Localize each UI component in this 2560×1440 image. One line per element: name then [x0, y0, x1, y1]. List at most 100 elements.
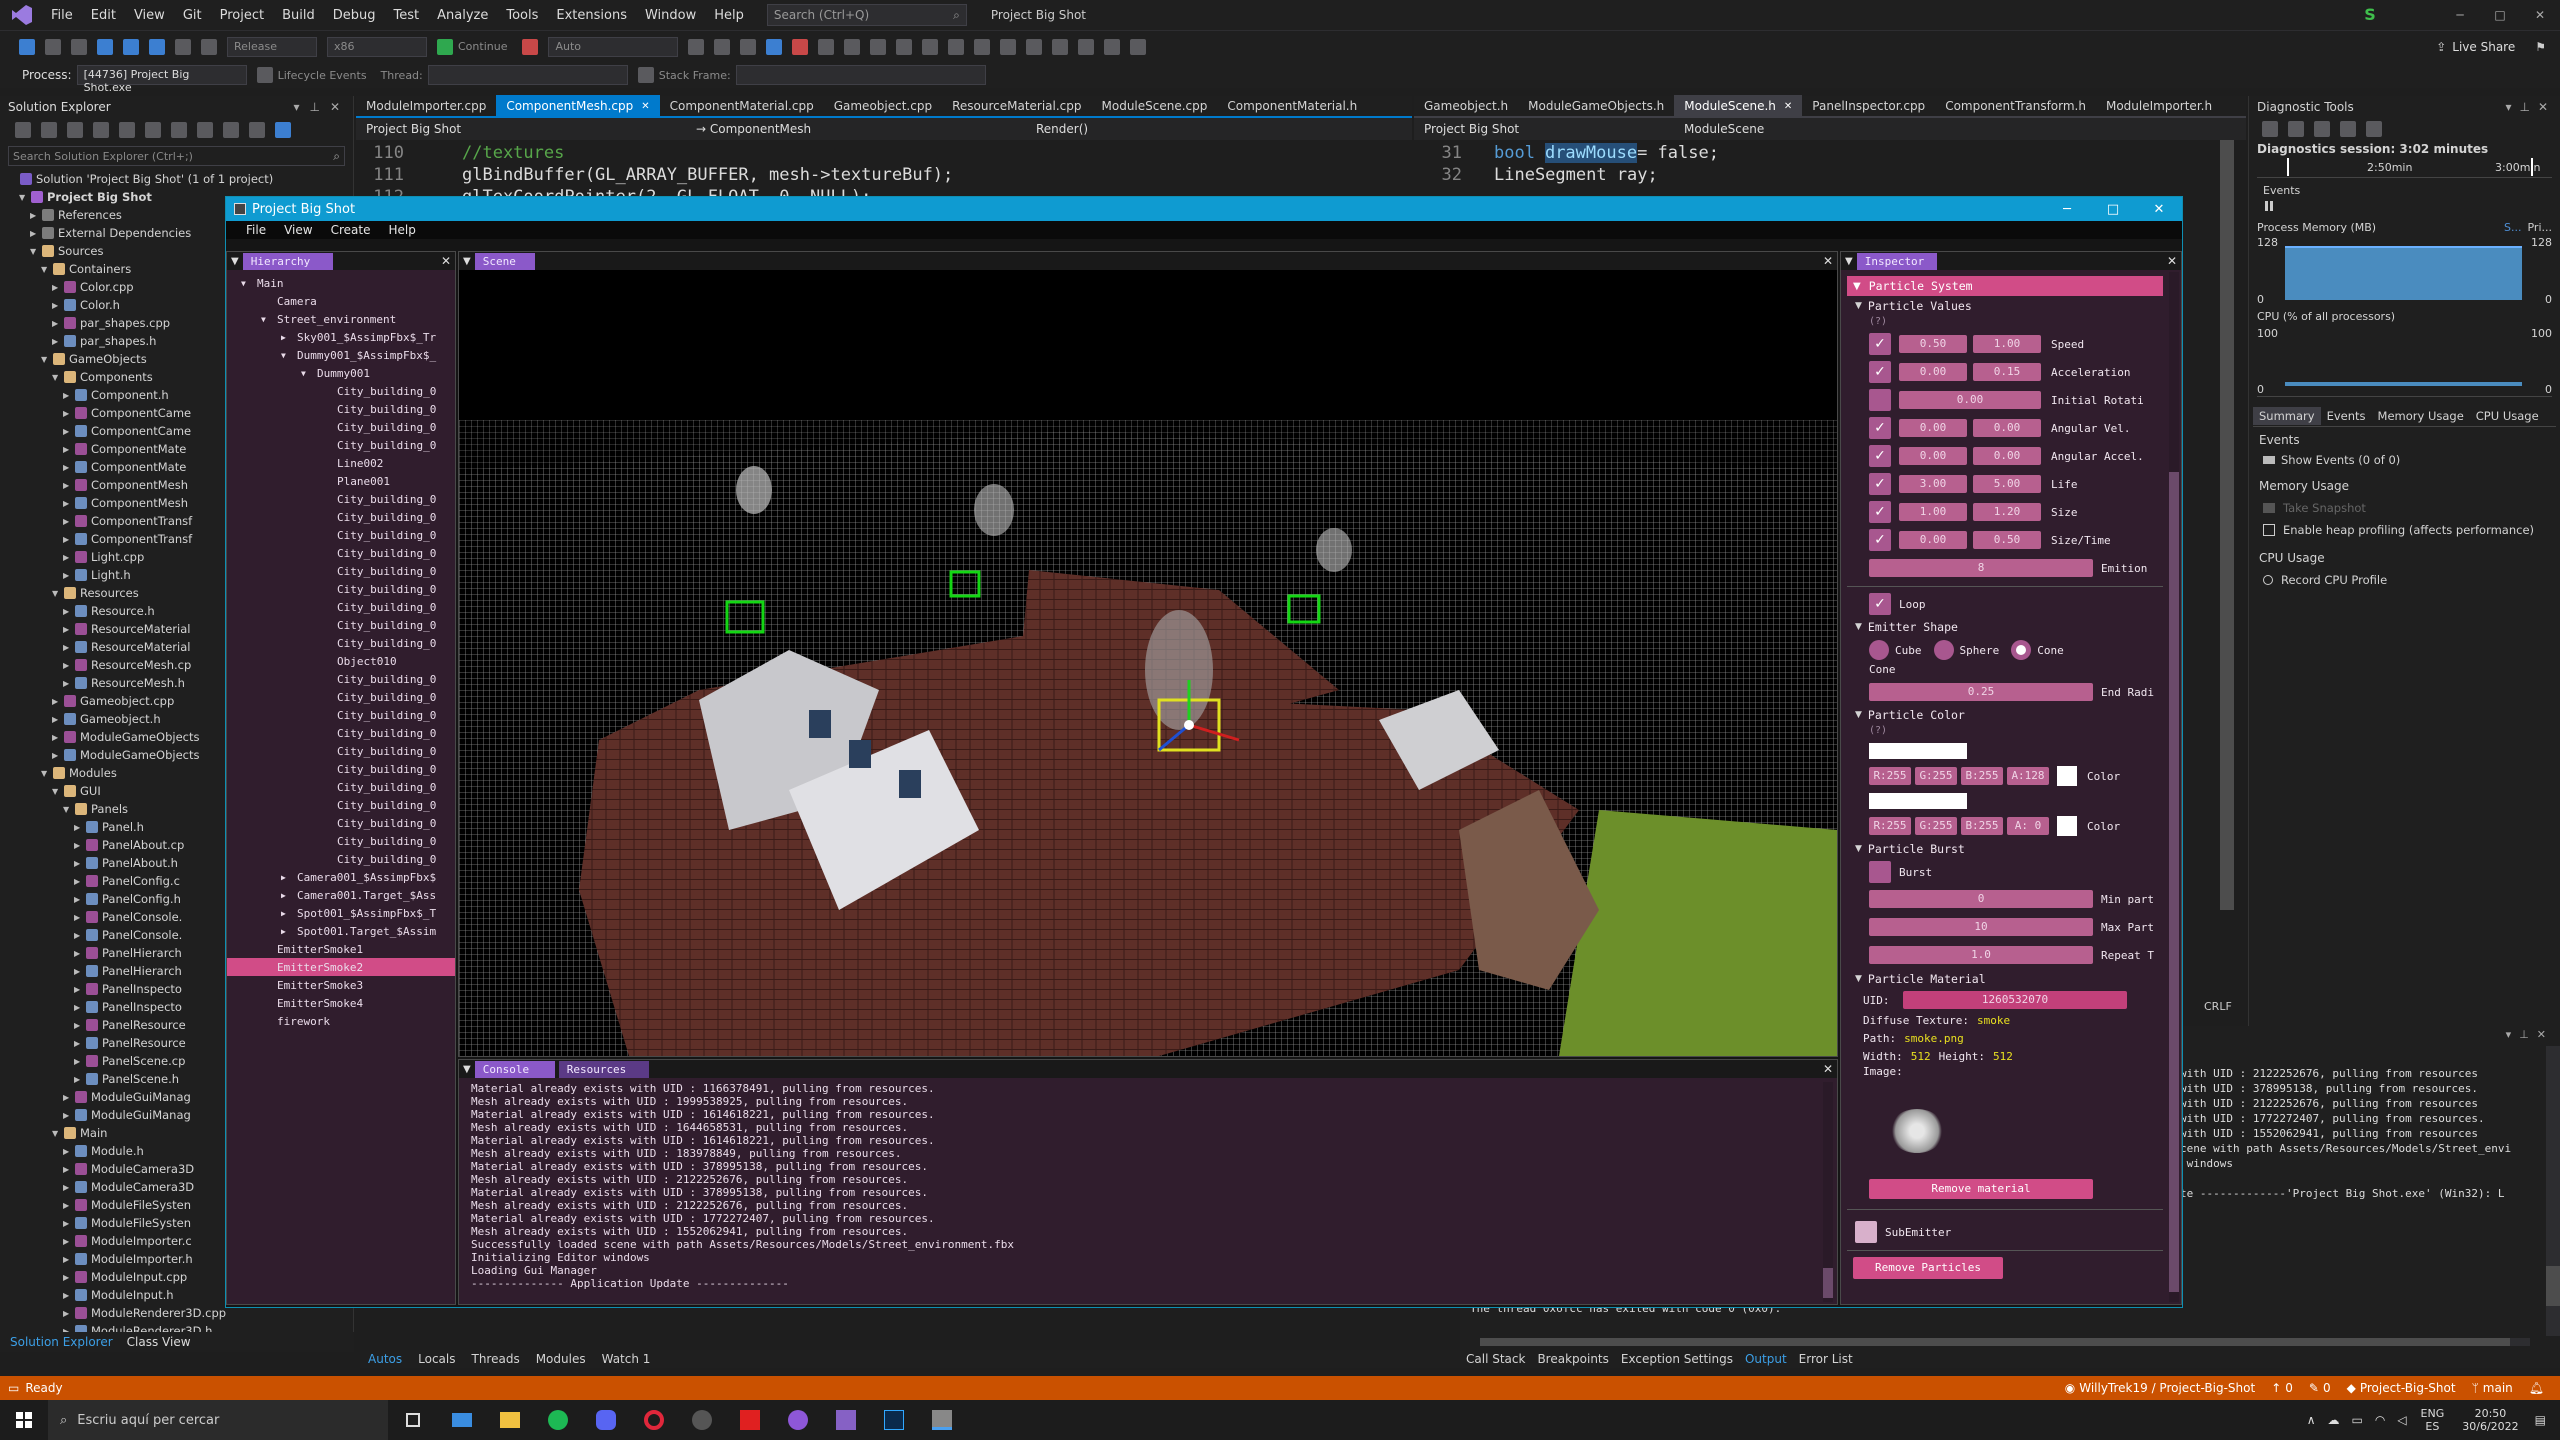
expanded-icon[interactable]: ▼	[41, 769, 51, 778]
switch-views-icon[interactable]	[119, 122, 135, 138]
live-share-button[interactable]: Live Share	[2452, 40, 2515, 54]
commits-up[interactable]: 0	[2285, 1381, 2293, 1395]
tab-class-view[interactable]: Class View	[123, 1335, 195, 1349]
collapsed-icon[interactable]: ▶	[30, 211, 40, 220]
cloud-icon[interactable]: ☁	[2327, 1413, 2339, 1427]
editor-tab[interactable]: Gameobject.h	[1414, 95, 1518, 117]
step-out-icon[interactable]	[922, 38, 939, 55]
close-panel-icon[interactable]: ✕	[441, 254, 451, 268]
collapsed-icon[interactable]: ▶	[63, 607, 73, 616]
dropdown-icon[interactable]: ▾	[2505, 100, 2511, 114]
collapsed-icon[interactable]: ▶	[63, 1219, 73, 1228]
opera-icon[interactable]	[644, 1410, 664, 1430]
collapsed-icon[interactable]: ▶	[63, 463, 73, 472]
fire-icon[interactable]	[522, 38, 539, 55]
collapsed-icon[interactable]: ▶	[74, 967, 84, 976]
hierarchy-item[interactable]: City_building_0	[241, 544, 455, 562]
back-icon[interactable]	[41, 122, 57, 138]
color-swatch[interactable]	[2057, 766, 2077, 786]
expanded-icon[interactable]: ▼	[301, 369, 317, 378]
filter-icon[interactable]	[637, 67, 654, 83]
editor-tab[interactable]: ModuleImporter.cpp	[356, 95, 496, 117]
dropdown-icon[interactable]: ▾	[293, 100, 299, 114]
tab-call-stack[interactable]: Call Stack	[1460, 1352, 1531, 1366]
zoom-in-icon[interactable]	[2314, 121, 2330, 137]
github-desktop-icon[interactable]	[788, 1410, 808, 1430]
stack-frame-select[interactable]	[735, 65, 986, 85]
dropdown-icon[interactable]: ▾	[2506, 1028, 2512, 1041]
collapsed-icon[interactable]: ▶	[63, 481, 73, 490]
task-view-icon[interactable]	[406, 1413, 420, 1427]
value-checkbox[interactable]: ✓	[1869, 361, 1891, 383]
editor-tab[interactable]: ModuleScene.h ✕	[1674, 95, 1803, 117]
collapsed-icon[interactable]: ▶	[63, 409, 73, 418]
editor-tab[interactable]: ComponentTransform.h	[1935, 95, 2096, 117]
collapsed-icon[interactable]: ▶	[52, 283, 62, 292]
menu-edit[interactable]: Edit	[82, 8, 125, 23]
network-icon[interactable]: ◠	[2375, 1413, 2385, 1427]
hierarchy-item[interactable]: EmitterSmoke3	[241, 976, 455, 994]
hierarchy-item[interactable]: ▼ Street_environment	[241, 310, 455, 328]
menu-analyze[interactable]: Analyze	[428, 8, 497, 23]
collapsed-icon[interactable]: ▶	[52, 319, 62, 328]
collapsed-icon[interactable]: ▶	[63, 1147, 73, 1156]
comment-icon[interactable]	[1026, 38, 1043, 55]
hierarchy-item[interactable]: ▼ Dummy001	[241, 364, 455, 382]
editor-tab[interactable]: ModuleGameObjects.h	[1518, 95, 1674, 117]
max-field[interactable]: 0.00	[1973, 419, 2041, 437]
pbs-titlebar[interactable]: Project Big Shot ─ □ ✕	[226, 197, 2182, 221]
vs-logo-icon[interactable]	[12, 5, 32, 25]
collapsed-icon[interactable]: ▶	[74, 1021, 84, 1030]
nav-class[interactable]: ModuleScene	[1684, 122, 1944, 136]
collapse-icon[interactable]: ▼	[1855, 974, 1862, 984]
back-icon[interactable]	[19, 38, 35, 55]
color-swatch[interactable]	[2057, 816, 2077, 836]
spotify-icon[interactable]	[548, 1410, 568, 1430]
hierarchy-item[interactable]: City_building_0	[241, 418, 455, 436]
tab-events[interactable]: Events	[2321, 407, 2372, 425]
show-next-icon[interactable]	[844, 38, 861, 55]
collapse-icon[interactable]	[197, 122, 213, 138]
expanded-icon[interactable]: ▼	[281, 351, 297, 360]
expanded-icon[interactable]: ▼	[52, 589, 62, 598]
color-bar[interactable]	[1869, 793, 1967, 809]
collapsed-icon[interactable]: ▶	[63, 571, 73, 580]
value-checkbox[interactable]	[1869, 389, 1891, 411]
lifecycle-events[interactable]: Lifecycle Events	[278, 69, 367, 82]
auto-select[interactable]: Auto	[548, 36, 679, 57]
collapsed-icon[interactable]: ▶	[63, 1201, 73, 1210]
radio-cube[interactable]	[1869, 640, 1889, 660]
pbs-close-icon[interactable]: ✕	[2136, 202, 2182, 217]
hierarchy-item[interactable]: EmitterSmoke1	[241, 940, 455, 958]
output-text[interactable]: with UID : 2122252676, pulling from reso…	[2180, 1066, 2550, 1201]
new-project-icon[interactable]	[71, 38, 87, 55]
live-share-icon[interactable]: ⇪	[2436, 40, 2446, 54]
continue-button[interactable]: Continue	[458, 40, 507, 53]
hierarchy-item[interactable]: City_building_0	[241, 796, 455, 814]
file-explorer-icon[interactable]	[500, 1412, 520, 1428]
min-field[interactable]: 0.50	[1899, 335, 1967, 353]
panel-menu-icon[interactable]: ▼	[463, 1064, 471, 1075]
hierarchy-item[interactable]: ▶ Spot001.Target_$Assim	[241, 922, 455, 940]
panel-menu-icon[interactable]: ▼	[463, 256, 471, 267]
maximize-icon[interactable]: □	[2480, 8, 2520, 22]
taskbar-search[interactable]: ⌕ Escriu aquí per cercar	[48, 1400, 388, 1440]
heap-checkbox[interactable]	[2263, 524, 2275, 536]
max-field[interactable]: 1.20	[1973, 503, 2041, 521]
particle-color-header[interactable]: Particle Color	[1868, 708, 1965, 722]
zoom-out-icon[interactable]	[2340, 121, 2356, 137]
value-checkbox[interactable]: ✓	[1869, 445, 1891, 467]
tab-breakpoints[interactable]: Breakpoints	[1531, 1352, 1614, 1366]
right-code-area[interactable]: 31 bool drawMouse = false; 32 LineSegment ra…	[1414, 140, 2246, 186]
collapsed-icon[interactable]: ▶	[63, 661, 73, 670]
collapsed-icon[interactable]: ▶	[74, 895, 84, 904]
collapsed-icon[interactable]: ▶	[63, 625, 73, 634]
step-into-icon[interactable]	[870, 38, 887, 55]
collapsed-icon[interactable]: ▶	[74, 823, 84, 832]
color-bar[interactable]	[1869, 743, 1967, 759]
burst-checkbox[interactable]	[1869, 861, 1891, 883]
battery-icon[interactable]: ▭	[2351, 1413, 2362, 1427]
close-panel-icon[interactable]: ✕	[2167, 254, 2177, 268]
hierarchy-item[interactable]: Line002	[241, 454, 455, 472]
color-a-field[interactable]: A: 0	[2007, 817, 2049, 835]
